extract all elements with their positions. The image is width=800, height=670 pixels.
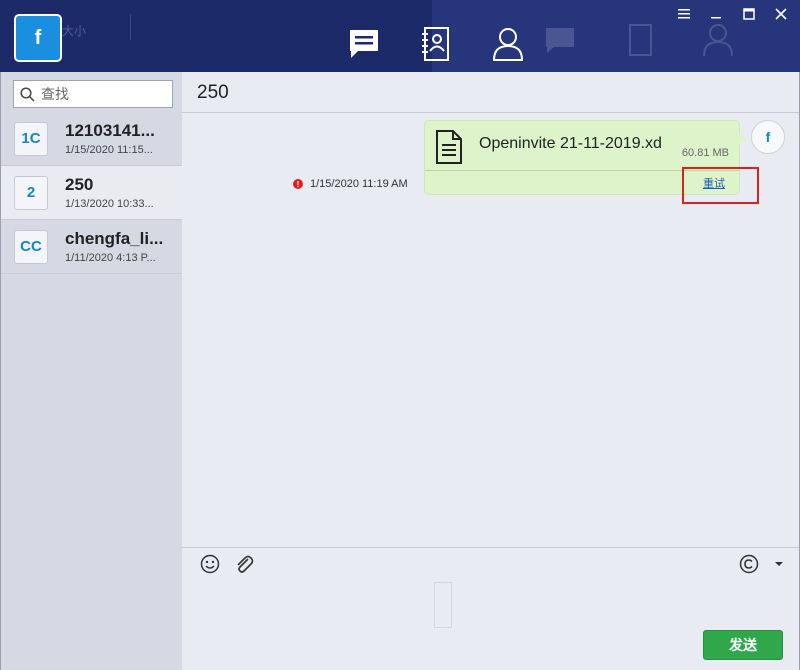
contact-time: 1/13/2020 10:33... [65,198,154,210]
attachment-icon[interactable] [232,552,256,576]
contacts-icon[interactable] [416,24,456,64]
contact-item[interactable]: CC chengfa_li... 1/11/2020 4:13 P... [1,220,182,274]
copyright-icon[interactable] [737,552,761,576]
ghost-label: 大小 [62,24,87,38]
ghost-profile-icon [698,20,738,60]
emoji-icon[interactable] [198,552,222,576]
app-header: 大小 f [0,0,800,72]
search-box[interactable] [13,80,173,108]
contact-item-selected[interactable]: 2 250 1/13/2020 10:33... [1,166,182,220]
contact-avatar: 1C [14,121,48,156]
restore-icon[interactable] [705,4,727,24]
send-button[interactable]: 发送 [703,630,783,660]
message-timestamp: 1/15/2020 11:19 AM [310,178,408,190]
retry-highlight-box [682,167,759,204]
search-input[interactable] [41,86,161,102]
profile-icon[interactable] [488,24,528,64]
close-icon[interactable] [770,4,792,24]
search-icon [20,86,35,102]
error-icon[interactable]: ! [293,179,303,189]
menu-icon[interactable] [673,4,695,24]
ghost-divider [130,14,131,40]
dropdown-arrow-icon[interactable] [767,552,791,576]
maximize-icon[interactable] [738,4,760,24]
chat-title: 250 [197,82,229,103]
contact-name: chengfa_li... [65,229,164,248]
contact-name: 250 [65,175,94,194]
conversation-sidebar: 1C 12103141... 1/15/2020 11:15... 2 250 … [0,72,182,670]
chat-icon[interactable] [344,24,384,64]
ghost-frame [434,582,452,628]
file-name: Openinvite 21-11-2019.xd [479,135,662,152]
contact-avatar: 2 [14,175,48,210]
contact-name: 12103141... [65,121,155,140]
app-logo[interactable]: f [14,14,62,62]
sender-avatar[interactable]: f [751,120,785,154]
contact-time: 1/11/2020 4:13 P... [65,252,156,264]
contact-avatar: CC [14,229,48,264]
contact-item[interactable]: 1C 12103141... 1/15/2020 11:15... [1,112,182,166]
chat-header-divider [182,112,799,113]
ghost-chat-icon [540,20,580,60]
chat-panel: 250 Openinvite 21-11-2019.xd 60.81 MB 重试… [182,72,800,670]
document-icon [431,129,465,165]
file-size: 60.81 MB [681,147,729,159]
ghost-contacts-icon [620,20,660,60]
bubble-tail [738,132,746,146]
contact-time: 1/15/2020 11:15... [65,144,153,156]
composer-divider [182,547,799,548]
